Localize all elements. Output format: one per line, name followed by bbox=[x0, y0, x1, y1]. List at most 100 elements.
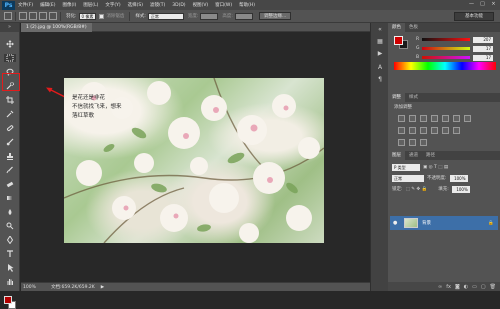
tab-layers[interactable]: 图层 bbox=[388, 151, 405, 160]
marquee-preset-icon[interactable] bbox=[4, 12, 12, 20]
rectangular-marquee-tool[interactable] bbox=[4, 54, 16, 62]
brush-tool[interactable] bbox=[4, 138, 16, 146]
layer-item-background[interactable]: ● 背景 🔒 bbox=[390, 216, 498, 230]
style-select[interactable]: 正常 bbox=[147, 12, 184, 20]
gradient-map-icon[interactable] bbox=[409, 139, 416, 146]
menu-select[interactable]: 选择(S) bbox=[128, 2, 143, 8]
menu-window[interactable]: 窗口(W) bbox=[215, 2, 232, 8]
menu-image[interactable]: 图像(I) bbox=[62, 2, 76, 8]
tab-channels[interactable]: 通道 bbox=[405, 151, 422, 160]
tools-grip[interactable]: » bbox=[0, 23, 19, 32]
color-spectrum[interactable] bbox=[394, 62, 496, 70]
blue-value[interactable]: 17 bbox=[473, 54, 493, 61]
red-slider[interactable] bbox=[422, 38, 470, 41]
eyedropper-tool[interactable] bbox=[4, 110, 16, 118]
blue-slider[interactable] bbox=[422, 56, 470, 59]
mask-icon[interactable]: ◙ bbox=[455, 284, 460, 290]
minimize-button[interactable]: — bbox=[468, 1, 475, 8]
channel-mixer-icon[interactable] bbox=[420, 127, 427, 134]
healing-brush-tool[interactable] bbox=[4, 124, 16, 132]
foreground-color-box[interactable] bbox=[394, 36, 403, 45]
menu-filter[interactable]: 滤镜(T) bbox=[150, 2, 165, 8]
posterize-icon[interactable] bbox=[453, 127, 460, 134]
invert-icon[interactable] bbox=[442, 127, 449, 134]
add-selection-icon[interactable] bbox=[29, 12, 37, 20]
blend-mode-select[interactable]: 正常 bbox=[392, 174, 424, 182]
green-slider[interactable] bbox=[422, 47, 470, 50]
menu-3d[interactable]: 3D(D) bbox=[172, 3, 185, 8]
fill-input[interactable]: 100% bbox=[451, 185, 470, 193]
menu-help[interactable]: 帮助(H) bbox=[239, 2, 255, 8]
intersect-selection-icon[interactable] bbox=[49, 12, 57, 20]
selective-color-icon[interactable] bbox=[420, 139, 427, 146]
lock-options-icons[interactable]: ⬚ ✎ ✥ 🔒 bbox=[406, 187, 428, 192]
link-icon[interactable]: ∞ bbox=[438, 284, 442, 290]
blur-tool[interactable] bbox=[4, 208, 16, 216]
canvas-area[interactable]: 是花还是非花 不信就找飞来，想来 落红草歌 bbox=[21, 32, 370, 282]
tab-paths[interactable]: 路径 bbox=[422, 151, 439, 160]
crop-tool[interactable] bbox=[4, 96, 16, 104]
trash-icon[interactable]: 🗑 bbox=[490, 284, 496, 290]
move-tool[interactable] bbox=[4, 40, 16, 48]
type-tool[interactable] bbox=[4, 250, 16, 258]
foreground-color-swatch[interactable] bbox=[4, 296, 12, 304]
threshold-icon[interactable] bbox=[398, 139, 405, 146]
photo-filter-icon[interactable] bbox=[409, 127, 416, 134]
document-image[interactable]: 是花还是非花 不信就找飞来，想来 落红草歌 bbox=[64, 78, 324, 243]
tab-adjustments[interactable]: 调整 bbox=[388, 93, 405, 102]
document-tab[interactable]: 1 (2).jpg @ 100%(RGB/8#) bbox=[21, 23, 92, 32]
history-brush-tool[interactable] bbox=[4, 166, 16, 174]
tab-styles[interactable]: 样式 bbox=[405, 93, 422, 102]
height-input[interactable] bbox=[234, 12, 253, 20]
pen-tool[interactable] bbox=[4, 236, 16, 244]
hand-tool[interactable] bbox=[4, 278, 16, 286]
red-value[interactable]: 207 bbox=[473, 36, 493, 43]
menu-type[interactable]: 文字(Y) bbox=[105, 2, 120, 8]
history-panel-icon[interactable]: ▦ bbox=[375, 37, 385, 45]
green-value[interactable]: 17 bbox=[473, 45, 493, 52]
clone-stamp-tool[interactable] bbox=[4, 152, 16, 160]
menu-edit[interactable]: 编辑(E) bbox=[40, 2, 55, 8]
color-lookup-icon[interactable] bbox=[431, 127, 438, 134]
subtract-selection-icon[interactable] bbox=[39, 12, 47, 20]
character-panel-icon[interactable]: A bbox=[375, 63, 385, 71]
status-menu-icon[interactable]: ▶ bbox=[101, 285, 104, 290]
width-input[interactable] bbox=[200, 12, 219, 20]
collapse-panels-icon[interactable]: « bbox=[375, 25, 385, 33]
black-white-icon[interactable] bbox=[398, 127, 405, 134]
antialias-checkbox[interactable] bbox=[99, 13, 105, 19]
menu-layer[interactable]: 图层(L) bbox=[83, 2, 98, 8]
levels-icon[interactable] bbox=[409, 115, 416, 122]
feather-input[interactable]: 0 像素 bbox=[78, 12, 97, 20]
new-selection-icon[interactable] bbox=[19, 12, 27, 20]
exposure-icon[interactable] bbox=[431, 115, 438, 122]
vibrance-icon[interactable] bbox=[442, 115, 449, 122]
dodge-tool[interactable] bbox=[4, 222, 16, 230]
hue-saturation-icon[interactable] bbox=[453, 115, 460, 122]
eraser-tool[interactable] bbox=[4, 180, 16, 188]
tab-color[interactable]: 颜色 bbox=[388, 23, 405, 32]
curves-icon[interactable] bbox=[420, 115, 427, 122]
new-layer-icon[interactable]: ▢ bbox=[481, 284, 486, 290]
adjustment-layer-icon[interactable]: ◐ bbox=[464, 284, 468, 290]
group-icon[interactable]: ▭ bbox=[472, 284, 477, 290]
menu-view[interactable]: 视图(V) bbox=[193, 2, 209, 8]
brightness-icon[interactable] bbox=[398, 115, 405, 122]
layer-kind-select[interactable]: P 类型 bbox=[392, 163, 420, 171]
close-button[interactable]: × bbox=[490, 1, 497, 8]
menu-file[interactable]: 文件(F) bbox=[18, 2, 33, 8]
gradient-tool[interactable] bbox=[4, 194, 16, 202]
opacity-input[interactable]: 100% bbox=[449, 174, 468, 182]
visibility-eye-icon[interactable]: ● bbox=[393, 220, 401, 226]
actions-panel-icon[interactable]: ▶ bbox=[375, 49, 385, 57]
fx-icon[interactable]: fx bbox=[446, 284, 451, 290]
filter-icons[interactable]: ▣ ◎ T ⬚ ▤ bbox=[423, 165, 448, 170]
refine-edge-button[interactable]: 调整边缘... bbox=[258, 12, 292, 20]
maximize-button[interactable]: □ bbox=[479, 1, 486, 8]
path-selection-tool[interactable] bbox=[4, 264, 16, 272]
tab-swatches[interactable]: 色板 bbox=[405, 23, 422, 32]
paragraph-panel-icon[interactable]: ¶ bbox=[375, 75, 385, 83]
workspace-switcher[interactable]: 基本功能 bbox=[454, 12, 494, 21]
zoom-level[interactable]: 100% bbox=[23, 285, 51, 290]
color-balance-icon[interactable] bbox=[464, 115, 471, 122]
